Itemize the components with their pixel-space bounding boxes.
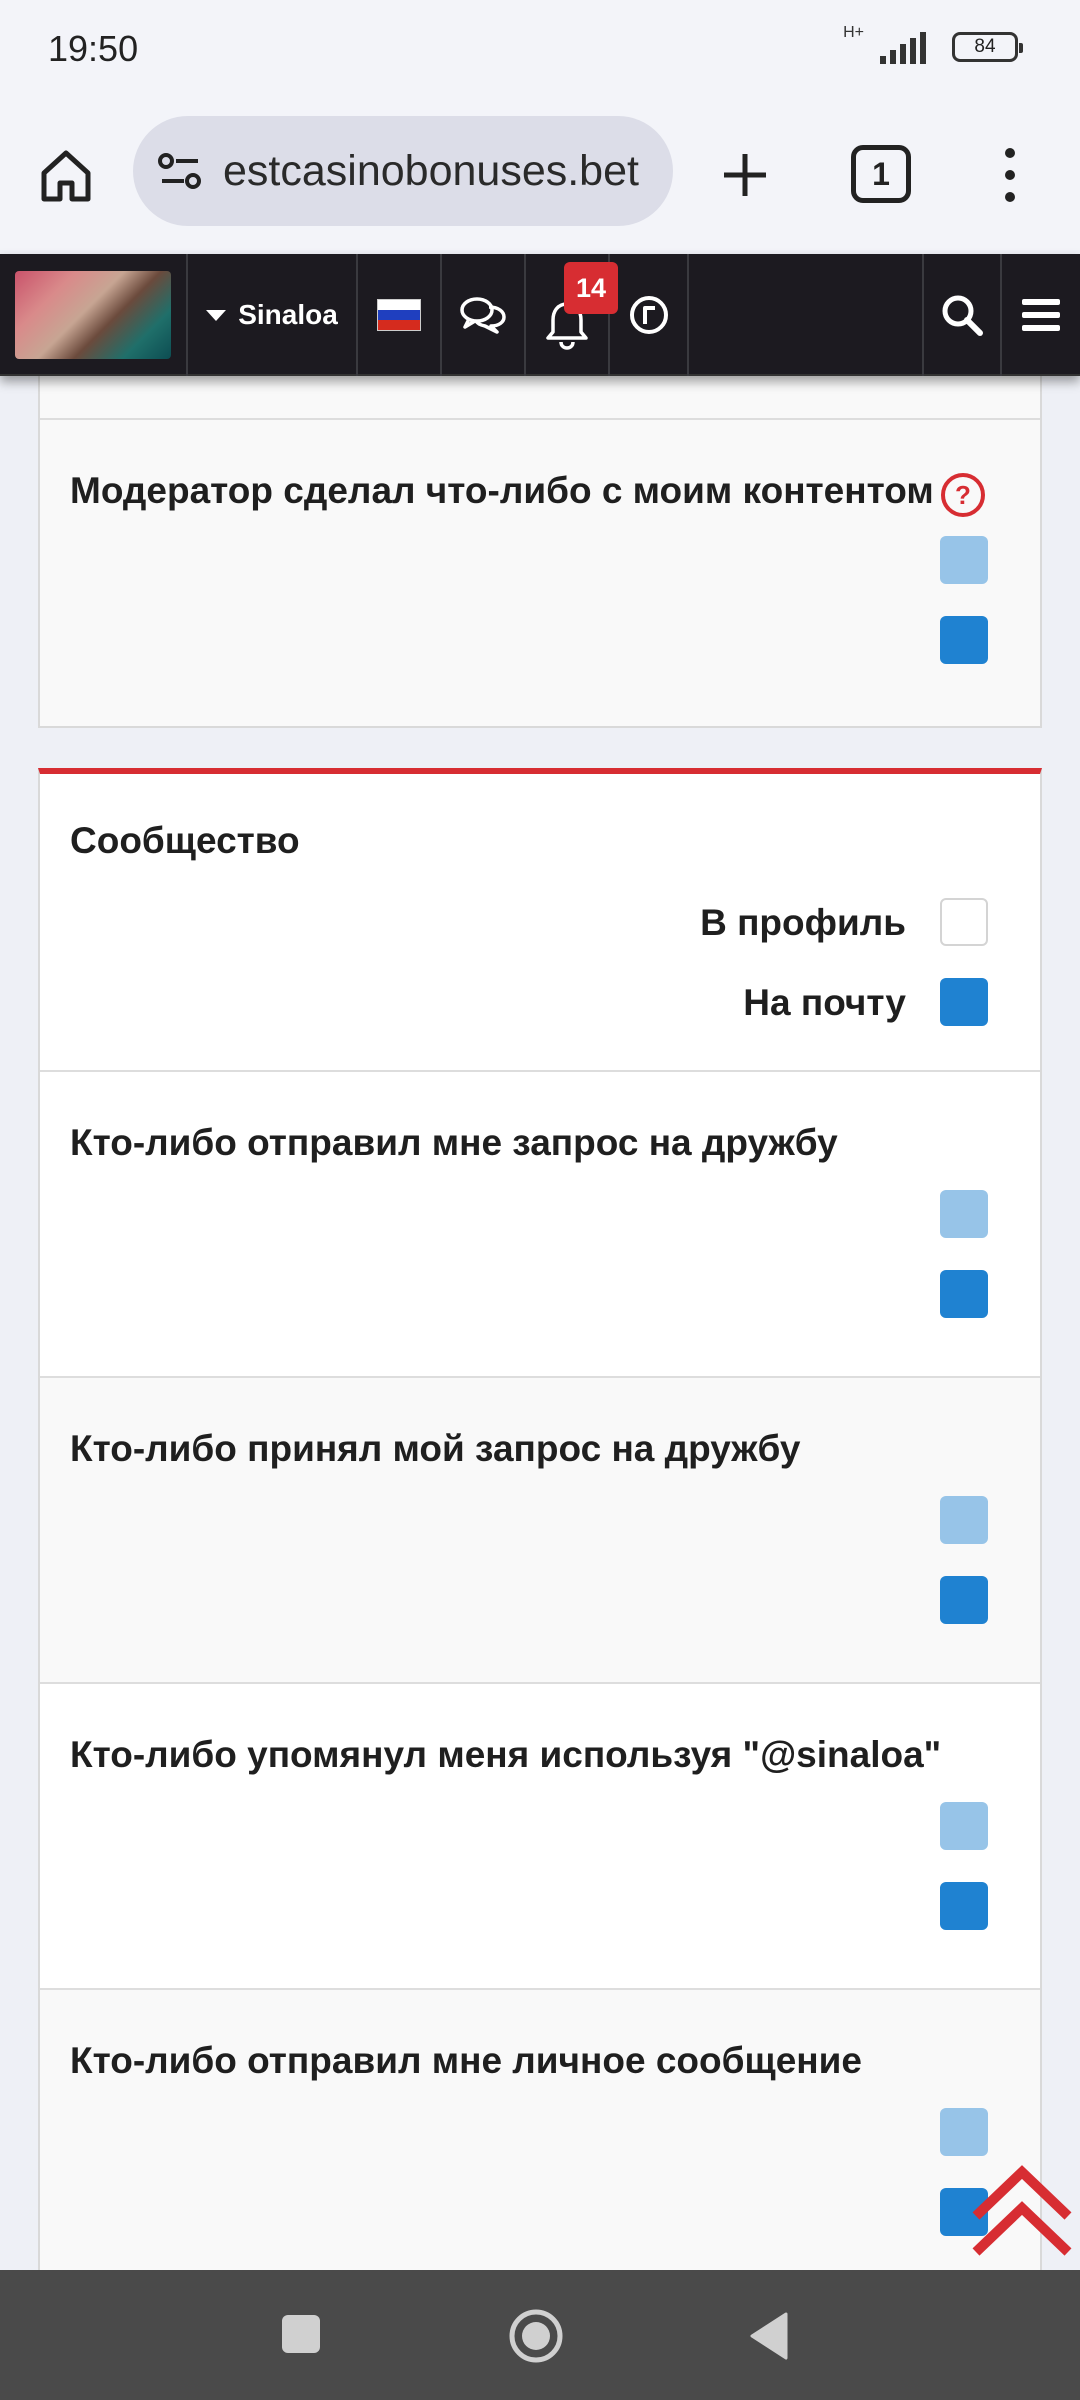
caret-down-icon (206, 309, 227, 321)
browser-toolbar: estcasinobonuses.bet 1 (0, 100, 1080, 354)
email-checkbox[interactable] (940, 1576, 988, 1624)
network-type: H+ (843, 24, 864, 41)
profile-checkbox[interactable] (940, 1190, 988, 1238)
row-label: Кто-либо отправил мне личное сообщение (70, 2040, 862, 2081)
row-label: Кто-либо принял мой запрос на дружбу (70, 1428, 801, 1469)
profile-checkbox[interactable] (940, 536, 988, 584)
flag-ru-icon (377, 299, 421, 331)
site-navbar: Sinaloa 14 (0, 254, 1080, 376)
home-button[interactable] (28, 140, 104, 210)
site-settings-icon[interactable] (155, 146, 205, 196)
profile-toggle-all-checkbox[interactable] (940, 898, 988, 946)
back-icon[interactable] (748, 2312, 788, 2360)
row-label: Кто-либо отправил мне запрос на дружбу (70, 1122, 838, 1163)
status-time: 19:50 (48, 28, 139, 69)
new-tab-icon (724, 154, 766, 196)
moderator-action-row: Модератор сделал что-либо с моим контент… (40, 420, 1040, 726)
menu-button[interactable] (1002, 254, 1080, 376)
recents-icon[interactable] (281, 2314, 321, 2354)
email-toggle-all-checkbox[interactable] (940, 978, 988, 1026)
tab-count: 1 (872, 155, 890, 192)
moderation-panel: Модератор сделал что-либо с моим контент… (38, 376, 1042, 728)
chat-icon (460, 297, 506, 334)
community-panel: Сообщество В профиль На почту Кто-либо о… (38, 768, 1042, 2270)
profile-checkbox[interactable] (940, 1496, 988, 1544)
scroll-to-top-icon[interactable] (968, 2160, 1076, 2260)
email-checkbox[interactable] (940, 616, 988, 664)
avatar[interactable] (15, 271, 171, 359)
notifications-button[interactable]: 14 (526, 254, 618, 376)
row-label: Модератор сделал что-либо с моим контент… (70, 470, 934, 511)
home-circle-icon[interactable] (508, 2308, 564, 2364)
conversations-button[interactable] (442, 254, 526, 376)
col-label-email: На почту (743, 982, 906, 1023)
url-text: estcasinobonuses.bet (223, 146, 639, 195)
more-icon[interactable] (990, 140, 1030, 210)
battery-icon: 84 (952, 32, 1023, 62)
refresh-button[interactable] (610, 254, 689, 376)
status-bar: 19:50 H+ 84 (0, 0, 1080, 100)
page-content: Модератор сделал что-либо с моим контент… (0, 376, 1080, 2270)
signal-icon (880, 32, 926, 64)
tabs-button[interactable]: 1 (851, 145, 911, 203)
email-checkbox[interactable] (940, 1882, 988, 1930)
panel-row-previous (40, 376, 1040, 420)
battery-level: 84 (974, 36, 996, 57)
friend-request-accepted-row: Кто-либо принял мой запрос на дружбу (40, 1378, 1040, 1684)
status-icons: H+ 84 (843, 24, 1023, 64)
new-tab-button[interactable] (705, 135, 785, 215)
search-button[interactable] (922, 254, 1002, 376)
avatar-cell[interactable] (0, 254, 188, 376)
language-button[interactable] (358, 254, 442, 376)
refresh-icon (629, 296, 668, 334)
menu-icon (1022, 299, 1060, 331)
home-icon (41, 150, 91, 202)
friend-request-received-row: Кто-либо отправил мне запрос на дружбу (40, 1072, 1040, 1378)
profile-checkbox[interactable] (940, 2108, 988, 2156)
private-message-row: Кто-либо отправил мне личное сообщение (40, 1990, 1040, 2270)
mention-row: Кто-либо упомянул меня используя "@sinal… (40, 1684, 1040, 1990)
community-header-row: Сообщество В профиль На почту (40, 774, 1040, 1072)
system-nav-bar (0, 2270, 1080, 2400)
col-label-profile: В профиль (700, 902, 906, 943)
address-bar[interactable]: estcasinobonuses.bet (133, 116, 673, 226)
username: Sinaloa (238, 299, 338, 330)
row-label: Кто-либо упомянул меня используя "@sinal… (70, 1734, 942, 1775)
section-title: Сообщество (70, 820, 300, 861)
help-icon[interactable]: ? (940, 472, 986, 518)
user-menu-button[interactable]: Sinaloa (188, 254, 358, 376)
search-icon (942, 295, 983, 336)
email-checkbox[interactable] (940, 1270, 988, 1318)
svg-text:?: ? (955, 480, 971, 510)
profile-checkbox[interactable] (940, 1802, 988, 1850)
